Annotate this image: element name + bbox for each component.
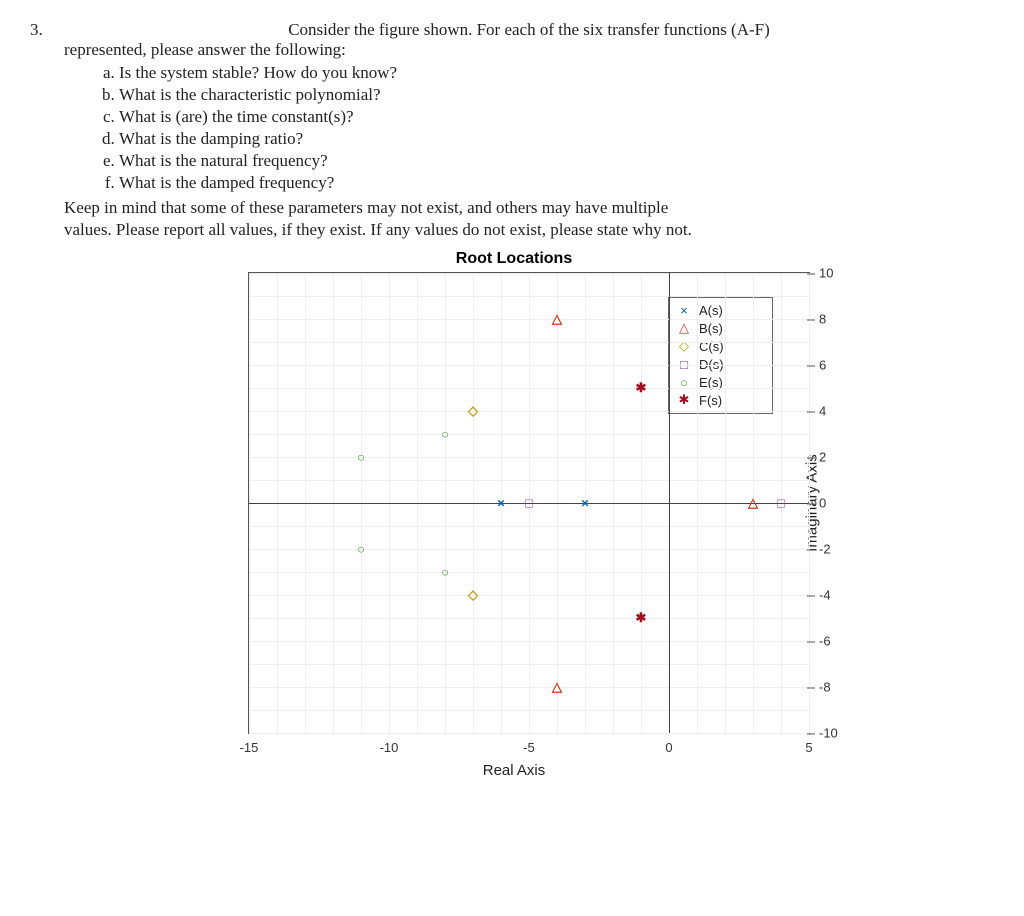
sub-b: What is the characteristic polynomial?	[119, 84, 994, 106]
plot-area: Imaginary Axis ×A(s) △B(s) ◇C(s) □D(s) ○…	[248, 272, 810, 734]
data-point-es: ○	[357, 450, 365, 465]
x-tick-label: -10	[380, 740, 399, 755]
intro-line-2: represented, please answer the following…	[64, 40, 994, 60]
grid-line-h	[249, 388, 809, 389]
data-point-ds: □	[777, 496, 785, 511]
x-tick-label: -5	[523, 740, 535, 755]
intro-line-1: Consider the figure shown. For each of t…	[64, 20, 994, 40]
grid-line-h	[249, 319, 809, 320]
x-tick-label: 0	[665, 740, 672, 755]
legend-label-a: A(s)	[699, 303, 723, 318]
data-point-bs: △	[552, 311, 562, 327]
data-point-as: ×	[581, 496, 589, 511]
legend-label-b: B(s)	[699, 321, 723, 336]
y-tick-label: 6	[819, 358, 826, 373]
grid-line-h	[249, 710, 809, 711]
y-tick-label: 2	[819, 450, 826, 465]
problem-number: 3.	[30, 20, 54, 40]
legend-label-d: D(s)	[699, 357, 724, 372]
data-point-fs: ✱	[636, 610, 647, 626]
grid-line-h	[249, 572, 809, 573]
y-tick-label: 0	[819, 496, 826, 511]
x-tick-label: -15	[240, 740, 259, 755]
legend-marker-f: ✱	[677, 392, 691, 408]
data-point-es: ○	[441, 427, 449, 442]
sub-d: What is the damping ratio?	[119, 128, 994, 150]
data-point-cs: ◇	[468, 587, 478, 603]
sub-f: What is the damped frequency?	[119, 172, 994, 194]
grid-line-h	[249, 296, 809, 297]
y-tick-label: 10	[819, 266, 833, 281]
data-point-as: ×	[497, 496, 505, 511]
grid-line-h	[249, 664, 809, 665]
grid-line-h	[249, 365, 809, 366]
data-point-es: ○	[441, 565, 449, 580]
grid-line-h	[249, 687, 809, 688]
data-point-es: ○	[357, 542, 365, 557]
legend-marker-d: □	[677, 357, 691, 372]
grid-line-h	[249, 342, 809, 343]
data-point-ds: □	[525, 496, 533, 511]
grid-line-h	[249, 480, 809, 481]
grid-line-h	[249, 434, 809, 435]
data-point-fs: ✱	[636, 380, 647, 396]
y-tick-label: -6	[819, 634, 831, 649]
note-line-2: values. Please report all values, if the…	[64, 220, 994, 240]
data-point-cs: ◇	[468, 403, 478, 419]
legend-label-f: F(s)	[699, 393, 722, 408]
y-tick-label: 4	[819, 404, 826, 419]
legend-box: ×A(s) △B(s) ◇C(s) □D(s) ○E(s) ✱F(s)	[668, 297, 773, 414]
grid-line-h	[249, 733, 809, 734]
data-point-bs: △	[552, 679, 562, 695]
data-point-bs: △	[748, 495, 758, 511]
y-tick-label: 8	[819, 312, 826, 327]
grid-line-h	[249, 411, 809, 412]
grid-line-h	[249, 595, 809, 596]
sub-c: What is (are) the time constant(s)?	[119, 106, 994, 128]
legend-marker-b: △	[677, 320, 691, 336]
problem-block: 3. Consider the figure shown. For each o…	[30, 20, 994, 779]
chart-title: Root Locations	[199, 250, 829, 268]
note-line-1: Keep in mind that some of these paramete…	[64, 198, 994, 218]
y-tick-label: -10	[819, 726, 838, 741]
sub-e: What is the natural frequency?	[119, 150, 994, 172]
x-tick-label: 5	[805, 740, 812, 755]
legend-marker-c: ◇	[677, 338, 691, 354]
y-tick-label: -4	[819, 588, 831, 603]
grid-line-h	[249, 457, 809, 458]
x-axis-label: Real Axis	[199, 762, 829, 779]
problem-body: Consider the figure shown. For each of t…	[64, 20, 994, 779]
y-tick-label: -8	[819, 680, 831, 695]
grid-line-h	[249, 618, 809, 619]
grid-line-h	[249, 641, 809, 642]
grid-line-h	[249, 549, 809, 550]
sub-a: Is the system stable? How do you know?	[119, 62, 994, 84]
grid-line-h	[249, 273, 809, 274]
sub-question-list: Is the system stable? How do you know? W…	[64, 62, 994, 194]
grid-line-h	[249, 526, 809, 527]
chart: Root Locations Imaginary Axis ×A(s) △B(s…	[229, 250, 829, 779]
legend-label-c: C(s)	[699, 339, 724, 354]
y-tick-label: -2	[819, 542, 831, 557]
legend-marker-a: ×	[677, 303, 691, 318]
